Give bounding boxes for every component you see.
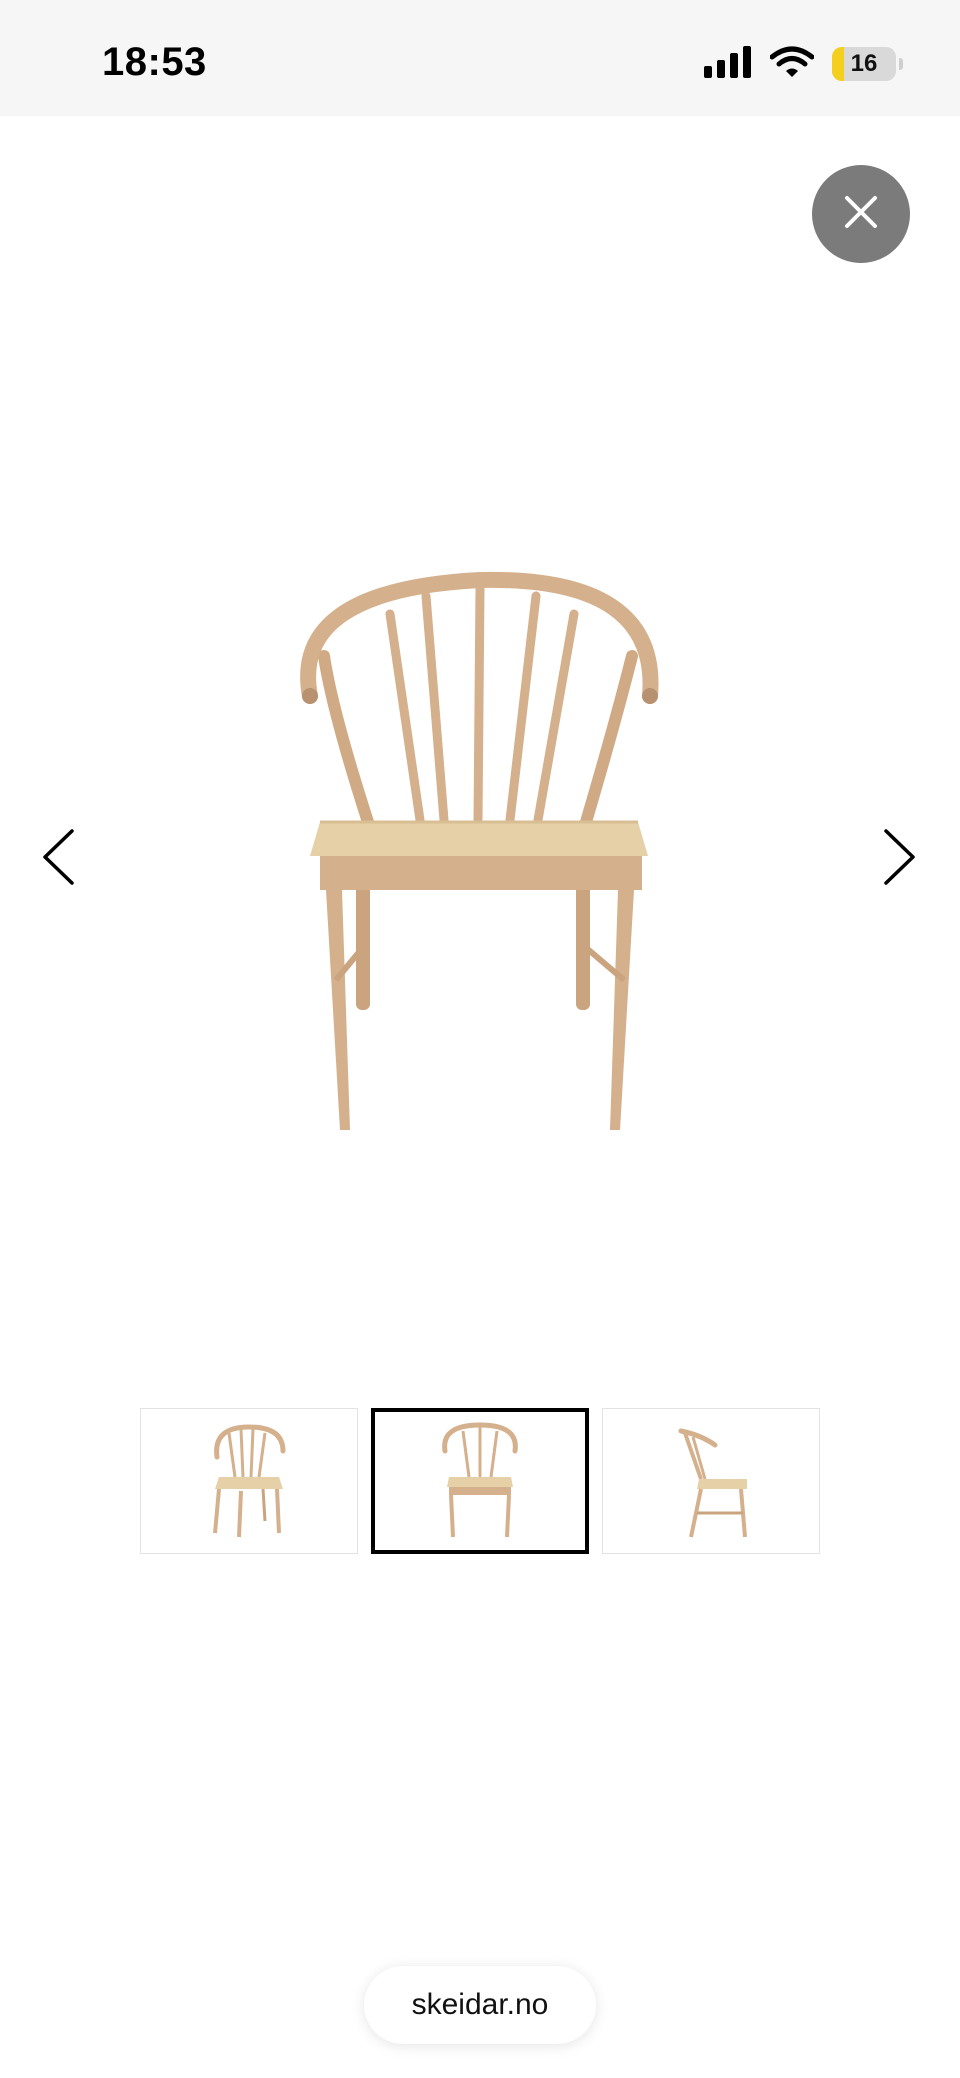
close-button[interactable] [812,165,910,263]
chair-front-view-thumb [442,1422,518,1538]
battery-level: 16 [850,50,878,77]
previous-image-button[interactable] [30,824,86,894]
wifi-icon [769,46,815,83]
chevron-right-icon [882,827,918,892]
thumbnail-3[interactable] [602,1408,820,1554]
status-time: 18:53 [102,40,207,84]
signal-icon [704,45,752,83]
close-icon [841,192,881,237]
browser-url-bar[interactable]: skeidar.no [364,1966,596,2044]
battery-fill [832,47,844,81]
battery-nub [899,58,903,70]
chair-angle-view [213,1424,286,1538]
main-product-image [280,560,680,1160]
status-icons: 16 [704,44,903,84]
chair-front-view [300,571,659,1130]
next-image-button[interactable] [872,824,928,894]
chair-side-view [678,1428,747,1538]
thumbnail-2[interactable] [371,1408,589,1554]
thumbnail-1[interactable] [140,1408,358,1554]
status-bar: 18:53 16 [0,0,960,116]
url-text: skeidar.no [411,1988,549,2021]
chevron-left-icon [40,827,76,892]
battery-icon: 16 [832,47,903,81]
